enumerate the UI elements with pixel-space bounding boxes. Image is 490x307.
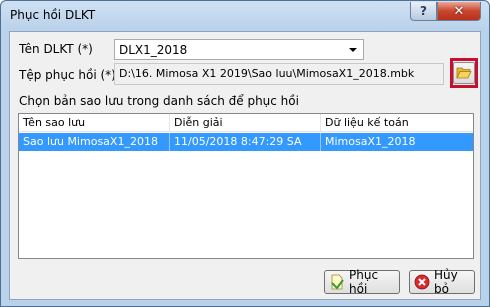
window-title: Phục hồi DLKT — [10, 8, 96, 22]
list-header: Tên sao lưu Diễn giải Dữ liệu kế toán — [19, 114, 473, 132]
cell-backup-name: Sao lưu MimosaX1_2018 — [19, 133, 170, 151]
close-button[interactable]: ✕ — [437, 2, 481, 21]
table-row[interactable]: Sao lưu MimosaX1_2018 11/05/2018 8:47:29… — [19, 133, 473, 151]
cancel-button-label: Hủy bỏ — [434, 268, 458, 296]
file-path-value: D:\16. Mimosa X1 2019\Sao luu\MimosaX1_2… — [119, 67, 415, 80]
file-path-field[interactable]: D:\16. Mimosa X1 2019\Sao luu\MimosaX1_2… — [114, 63, 444, 85]
column-header-description[interactable]: Diễn giải — [170, 114, 321, 132]
folder-open-icon — [456, 67, 472, 79]
dlkt-label: Tên DLKT (*) — [19, 42, 93, 56]
cancel-button[interactable]: Hủy bỏ — [409, 268, 475, 296]
cancel-icon — [414, 274, 430, 290]
title-bar: Phục hồi DLKT ? ✕ — [1, 1, 489, 31]
dlkt-select-value: DLX1_2018 — [119, 43, 188, 57]
column-header-accounting-data[interactable]: Dữ liệu kế toán — [321, 114, 473, 132]
restore-icon — [329, 274, 345, 290]
restore-button-label: Phục hồi — [349, 268, 379, 296]
dlkt-select[interactable]: DLX1_2018 — [114, 39, 364, 60]
restore-dialog: Phục hồi DLKT ? ✕ Tên DLKT (*) DLX1_2018… — [0, 0, 490, 307]
browse-button[interactable] — [453, 62, 475, 84]
instruction-text: Chọn bản sao lưu trong danh sách để phục… — [19, 94, 299, 108]
backup-list[interactable]: Tên sao lưu Diễn giải Dữ liệu kế toán Sa… — [18, 113, 474, 259]
restore-button[interactable]: Phục hồi — [324, 268, 400, 296]
file-label: Tệp phục hồi (*) — [19, 68, 116, 82]
help-button[interactable]: ? — [410, 2, 437, 21]
column-header-backup-name[interactable]: Tên sao lưu — [19, 114, 170, 132]
chevron-down-icon[interactable] — [349, 48, 357, 52]
cell-accounting-data: MimosaX1_2018 — [325, 135, 416, 148]
cell-description: 11/05/2018 8:47:29 SA — [170, 133, 321, 151]
dialog-body: Tên DLKT (*) DLX1_2018 Tệp phục hồi (*) … — [9, 31, 481, 300]
